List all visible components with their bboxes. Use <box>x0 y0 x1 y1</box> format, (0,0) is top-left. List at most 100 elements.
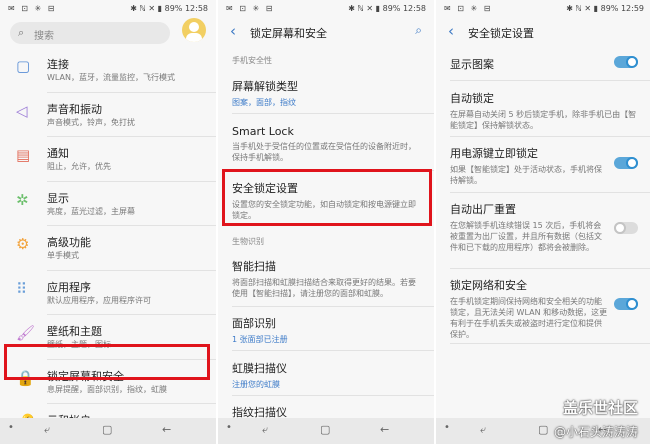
divider <box>232 113 434 114</box>
settings-item-title: 连接 <box>47 58 69 71</box>
status-bar: ✉ ⊡ ✳ ⊟ ✱ ℕ ✕ ▮ 89% 12:58 <box>218 0 434 18</box>
item-desc: 在屏幕自动关闭 5 秒后锁定手机，除非手机已由【智能锁定】保持解锁状态。 <box>450 110 637 130</box>
lock-network-security-toggle[interactable] <box>614 298 638 310</box>
wallpaper-icon: 🖌 <box>16 324 36 342</box>
lock-screen-security-screen: ✉ ⊡ ✳ ⊟ ✱ ℕ ✕ ▮ 89% 12:58 ‹ 锁定屏幕和安全 ⌕ 手机… <box>218 0 434 444</box>
apps-icon: ⠿ <box>16 279 27 298</box>
screen-unlock-type-item[interactable]: 屏幕解锁类型 图案，面部，指纹 <box>232 78 422 108</box>
divider <box>47 225 216 226</box>
auto-lock-item[interactable]: 自动锁定 在屏幕自动关闭 5 秒后锁定手机，除非手机已由【智能锁定】保持解锁状态… <box>450 90 640 131</box>
divider <box>450 343 650 344</box>
lock-network-security-item[interactable]: 锁定网络和安全 在手机锁定期间保持网络和安全相关的功能锁定，且无法关闭 WLAN… <box>450 277 608 340</box>
recent-apps-button[interactable]: ⤶ <box>262 423 268 437</box>
navigation-bar: • ⤶ ▢ ← <box>0 418 216 444</box>
page-title: 锁定屏幕和安全 <box>250 27 327 40</box>
header: ‹ 锁定屏幕和安全 ⌕ <box>218 20 434 44</box>
iris-scanner-item[interactable]: 虹膜扫描仪 注册您的虹膜 <box>232 360 422 390</box>
settings-item-applications[interactable]: ⠿ 应用程序 默认应用程序，应用程序许可 <box>0 273 216 317</box>
show-pattern-item[interactable]: 显示图案 <box>450 56 608 72</box>
power-key-lock-toggle[interactable] <box>614 157 638 169</box>
watermark-community-name: 盖乐世社区 <box>562 399 638 417</box>
settings-item-title: 壁纸和主题 <box>47 325 102 338</box>
notification-icons: ✉ ⊡ ✳ ⊟ <box>8 4 57 13</box>
item-title: 面部识别 <box>232 317 276 330</box>
item-title: 显示图案 <box>450 58 494 71</box>
sound-icon: ◁ <box>16 101 28 120</box>
notification-icons: ✉ ⊡ ✳ ⊟ <box>226 4 275 13</box>
divider <box>47 136 216 137</box>
divider <box>232 306 434 307</box>
advanced-features-icon: ⚙ <box>16 235 30 253</box>
back-button[interactable]: ← <box>162 423 171 436</box>
settings-item-subtitle: 息屏提醒，面部识别，指纹，虹膜 <box>47 384 167 394</box>
home-button[interactable]: ▢ <box>538 423 548 436</box>
settings-item-title: 高级功能 <box>47 236 91 249</box>
recent-apps-button[interactable]: ⤶ <box>480 423 486 437</box>
back-arrow-icon[interactable]: ‹ <box>230 22 236 40</box>
search-input[interactable]: ⌕ 搜索 <box>10 22 170 44</box>
item-desc: 在您解锁手机连续错误 15 次后，手机将会被重置为出厂设置，并且所有数据（包括文… <box>450 221 602 252</box>
status-bar: ✉ ⊡ ✳ ⊟ ✱ ℕ ✕ ▮ 89% 12:59 <box>436 0 650 18</box>
navigation-bar: • ⤶ ▢ ← <box>218 418 434 444</box>
home-button[interactable]: ▢ <box>102 423 112 436</box>
item-desc: 当手机处于受信任的位置或在受信任的设备附近时，保持手机解锁。 <box>232 142 416 162</box>
back-button[interactable]: ← <box>380 423 389 436</box>
settings-item-subtitle: 阻止，允许，优先 <box>47 162 111 171</box>
divider <box>450 80 650 81</box>
secure-lock-settings-screen: ✉ ⊡ ✳ ⊟ ✱ ℕ ✕ ▮ 89% 12:59 ‹ 安全锁定设置 显示图案 … <box>436 0 650 444</box>
notifications-icon: ▤ <box>16 146 31 164</box>
status-indicators: ✱ ℕ ✕ ▮ 89% <box>566 4 619 13</box>
item-desc: 将面部扫描和虹膜扫描结合来取得更好的结果。若要使用【智能扫描】，请注册您的面部和… <box>232 278 416 298</box>
auto-factory-reset-toggle[interactable] <box>614 222 638 234</box>
connections-icon: ▢ <box>16 57 31 75</box>
divider <box>450 268 650 269</box>
divider <box>450 192 650 193</box>
clock: 12:58 <box>184 4 208 13</box>
highlight-box <box>222 169 432 226</box>
recent-apps-button[interactable]: ⤶ <box>44 423 50 437</box>
search-icon: ⌕ <box>18 26 25 39</box>
settings-item-advanced-features[interactable]: ⚙ 高级功能 单手模式 <box>0 228 216 272</box>
highlight-box <box>4 344 210 380</box>
search-placeholder: 搜索 <box>34 31 54 42</box>
display-icon: ✲ <box>16 190 29 209</box>
settings-item-subtitle: 声音模式，铃声，免打扰 <box>47 117 135 127</box>
auto-factory-reset-item[interactable]: 自动出厂重置 在您解锁手机连续错误 15 次后，手机将会被重置为出厂设置，并且所… <box>450 201 608 253</box>
settings-item-connections[interactable]: ▢ 连接 WLAN，蓝牙，流量监控，飞行模式 <box>0 50 216 94</box>
settings-item-title: 通知 <box>47 147 69 160</box>
divider <box>232 350 434 351</box>
face-recognition-item[interactable]: 面部识别 1 张面部已注册 <box>232 315 422 345</box>
item-desc: 如果【智能锁定】处于活动状态，手机将保持解锁。 <box>450 165 602 185</box>
status-indicators: ✱ ℕ ✕ ▮ 89% <box>348 4 401 13</box>
status-bar: ✉ ⊡ ✳ ⊟ ✱ ℕ ✕ ▮ 89% 12:58 <box>0 0 216 18</box>
show-pattern-toggle[interactable] <box>614 56 638 68</box>
divider <box>47 91 216 93</box>
item-title: 锁定网络和安全 <box>450 279 527 292</box>
back-arrow-icon[interactable]: ‹ <box>448 22 454 40</box>
avatar[interactable] <box>182 18 206 42</box>
settings-item-title: 声音和振动 <box>47 102 102 116</box>
divider <box>47 180 216 182</box>
settings-item-subtitle: WLAN，蓝牙，流量监控，飞行模式 <box>47 73 176 82</box>
intelligent-scan-item[interactable]: 智能扫描 将面部扫描和虹膜扫描结合来取得更好的结果。若要使用【智能扫描】，请注册… <box>232 258 422 299</box>
settings-item-display[interactable]: ✲ 显示 亮度，蓝光过滤，主屏幕 <box>0 184 216 228</box>
smart-lock-item[interactable]: Smart Lock 当手机处于受信任的位置或在受信任的设备附近时，保持手机解锁… <box>232 125 422 163</box>
search-icon[interactable]: ⌕ <box>415 23 422 38</box>
settings-item-title: 应用程序 <box>47 280 91 294</box>
settings-item-sound-vibration[interactable]: ◁ 声音和振动 声音模式，铃声，免打扰 <box>0 95 216 139</box>
watermark-author: @小石头涛涛涛 <box>553 425 638 439</box>
item-title: 智能扫描 <box>232 260 276 273</box>
item-title: 用电源键立即锁定 <box>450 147 538 160</box>
notification-icons: ✉ ⊡ ✳ ⊟ <box>444 4 493 13</box>
home-button[interactable]: ▢ <box>320 423 330 436</box>
item-title: Smart Lock <box>232 125 294 138</box>
divider <box>47 314 216 315</box>
settings-item-subtitle: 亮度，蓝光过滤，主屏幕 <box>47 206 135 216</box>
item-desc: 图案，面部，指纹 <box>232 98 296 107</box>
dot-icon: • <box>8 422 14 433</box>
power-key-lock-item[interactable]: 用电源键立即锁定 如果【智能锁定】处于活动状态，手机将保持解锁。 <box>450 145 608 186</box>
item-desc: 在手机锁定期间保持网络和安全相关的功能锁定，且无法关闭 WLAN 和移动数据，这… <box>450 297 608 339</box>
page-title: 安全锁定设置 <box>468 27 534 40</box>
settings-item-notifications[interactable]: ▤ 通知阻止，允许，优先 <box>0 139 216 183</box>
settings-item-title: 显示 <box>47 191 69 205</box>
